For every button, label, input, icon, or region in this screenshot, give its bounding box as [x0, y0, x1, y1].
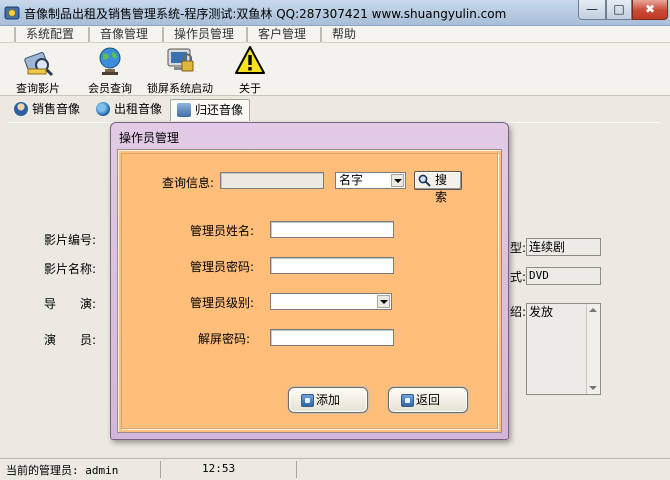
director-label: 导 演:	[44, 297, 97, 311]
save-icon	[301, 394, 314, 407]
add-button-label: 添加	[315, 393, 340, 407]
format-label-fragment: 式:	[510, 270, 527, 284]
back-button-label: 返回	[415, 393, 440, 407]
type-field[interactable]: 连续剧	[526, 238, 601, 256]
close-button[interactable]: ✖	[632, 0, 668, 20]
lock-screen-label: 锁屏系统启动	[147, 82, 213, 95]
admin-level-label: 管理员级别:	[190, 296, 255, 310]
intro-label-fragment: 绍:	[510, 305, 527, 319]
admin-password-label: 管理员密码:	[190, 260, 255, 274]
status-divider	[296, 461, 297, 478]
menu-operator-management[interactable]: 操作员管理	[162, 27, 234, 42]
member-query-button[interactable]: 会员查询	[84, 45, 136, 96]
query-field-value: 名字	[339, 173, 364, 187]
intro-scrollbar[interactable]	[586, 304, 600, 394]
lock-screen-button[interactable]: 锁屏系统启动	[146, 45, 214, 96]
menu-system-config[interactable]: 系统配置	[14, 27, 74, 42]
tab-bar: 销售音像 出租音像 归还音像	[0, 96, 670, 122]
format-field[interactable]: DVD	[526, 267, 601, 285]
type-label-fragment: 型:	[510, 241, 527, 255]
menu-help[interactable]: 帮助	[320, 27, 356, 42]
menu-customer-management[interactable]: 客户管理	[246, 27, 306, 42]
member-query-label: 会员查询	[88, 82, 132, 95]
operator-management-dialog: 操作员管理 查询信息: 名字 搜索 管理员姓名: 管理员密码: 管理员级别: 解…	[110, 122, 509, 440]
query-input[interactable]	[220, 172, 324, 189]
scroll-up-icon[interactable]	[589, 308, 597, 312]
intro-field[interactable]: 发放	[526, 303, 601, 395]
admin-name-input[interactable]	[270, 221, 394, 238]
tab-sell-media-label: 销售音像	[32, 102, 81, 116]
admin-name-label: 管理员姓名:	[190, 224, 255, 238]
title-bar[interactable]: 音像制品出租及销售管理系统-程序测试:双鱼林 QQ:287307421 www.…	[0, 0, 670, 26]
app-icon	[4, 6, 20, 20]
tab-return-media-label: 归还音像	[195, 103, 244, 117]
search-button[interactable]: 搜索	[414, 171, 462, 204]
chevron-down-icon[interactable]	[391, 174, 404, 187]
intro-text: 发放	[529, 305, 554, 319]
menu-bar: 系统配置 音像管理 操作员管理 客户管理 帮助	[0, 26, 670, 43]
status-bar: 当前的管理员: admin 12:53	[0, 458, 670, 480]
current-admin-status: 当前的管理员: admin	[6, 464, 119, 477]
lock-screen-icon	[167, 48, 194, 72]
tab-return-media[interactable]: 归还音像	[170, 99, 251, 121]
tab-rent-media[interactable]: 出租音像	[90, 99, 168, 121]
return-icon	[401, 394, 414, 407]
person-icon	[14, 102, 28, 116]
search-button-label: 搜索	[435, 173, 448, 204]
admin-level-select[interactable]	[270, 293, 392, 310]
query-film-button[interactable]: 查询影片	[12, 45, 64, 96]
search-icon	[418, 174, 431, 187]
query-film-label: 查询影片	[16, 82, 60, 95]
about-label: 关于	[239, 82, 261, 95]
tab-sell-media[interactable]: 销售音像	[8, 99, 86, 121]
about-button[interactable]: 关于	[232, 45, 268, 96]
query-label: 查询信息:	[162, 176, 215, 190]
unlock-password-input[interactable]	[270, 329, 394, 346]
menu-media-management[interactable]: 音像管理	[88, 27, 148, 42]
window-title: 音像制品出租及销售管理系统-程序测试:双鱼林 QQ:287307421 www.…	[24, 7, 507, 21]
scroll-down-icon[interactable]	[589, 386, 597, 390]
toolbar: 查询影片 会员查询 锁屏系统启动 关于	[0, 43, 670, 96]
chevron-down-icon[interactable]	[377, 295, 390, 308]
dialog-title: 操作员管理	[119, 131, 180, 145]
clock-status: 12:53	[202, 462, 236, 475]
unlock-password-label: 解屏密码:	[198, 332, 251, 346]
globe-member-icon	[99, 47, 121, 75]
film-search-icon	[24, 52, 54, 77]
tab-rent-media-label: 出租音像	[114, 102, 163, 116]
add-button[interactable]: 添加	[288, 387, 368, 413]
maximize-button[interactable]: □	[606, 0, 632, 20]
admin-password-input[interactable]	[270, 257, 394, 274]
back-button[interactable]: 返回	[388, 387, 468, 413]
film-name-label: 影片名称:	[44, 262, 97, 276]
actor-label: 演 员:	[44, 333, 97, 347]
dialog-body: 查询信息: 名字 搜索 管理员姓名: 管理员密码: 管理员级别: 解屏密码: 添…	[117, 149, 502, 433]
status-divider	[160, 461, 161, 478]
globe-icon	[96, 102, 110, 116]
return-icon	[177, 103, 191, 117]
query-field-select[interactable]: 名字	[335, 172, 406, 189]
warning-about-icon	[235, 46, 265, 74]
film-no-label: 影片编号:	[44, 233, 97, 247]
minimize-button[interactable]: —	[578, 0, 606, 20]
